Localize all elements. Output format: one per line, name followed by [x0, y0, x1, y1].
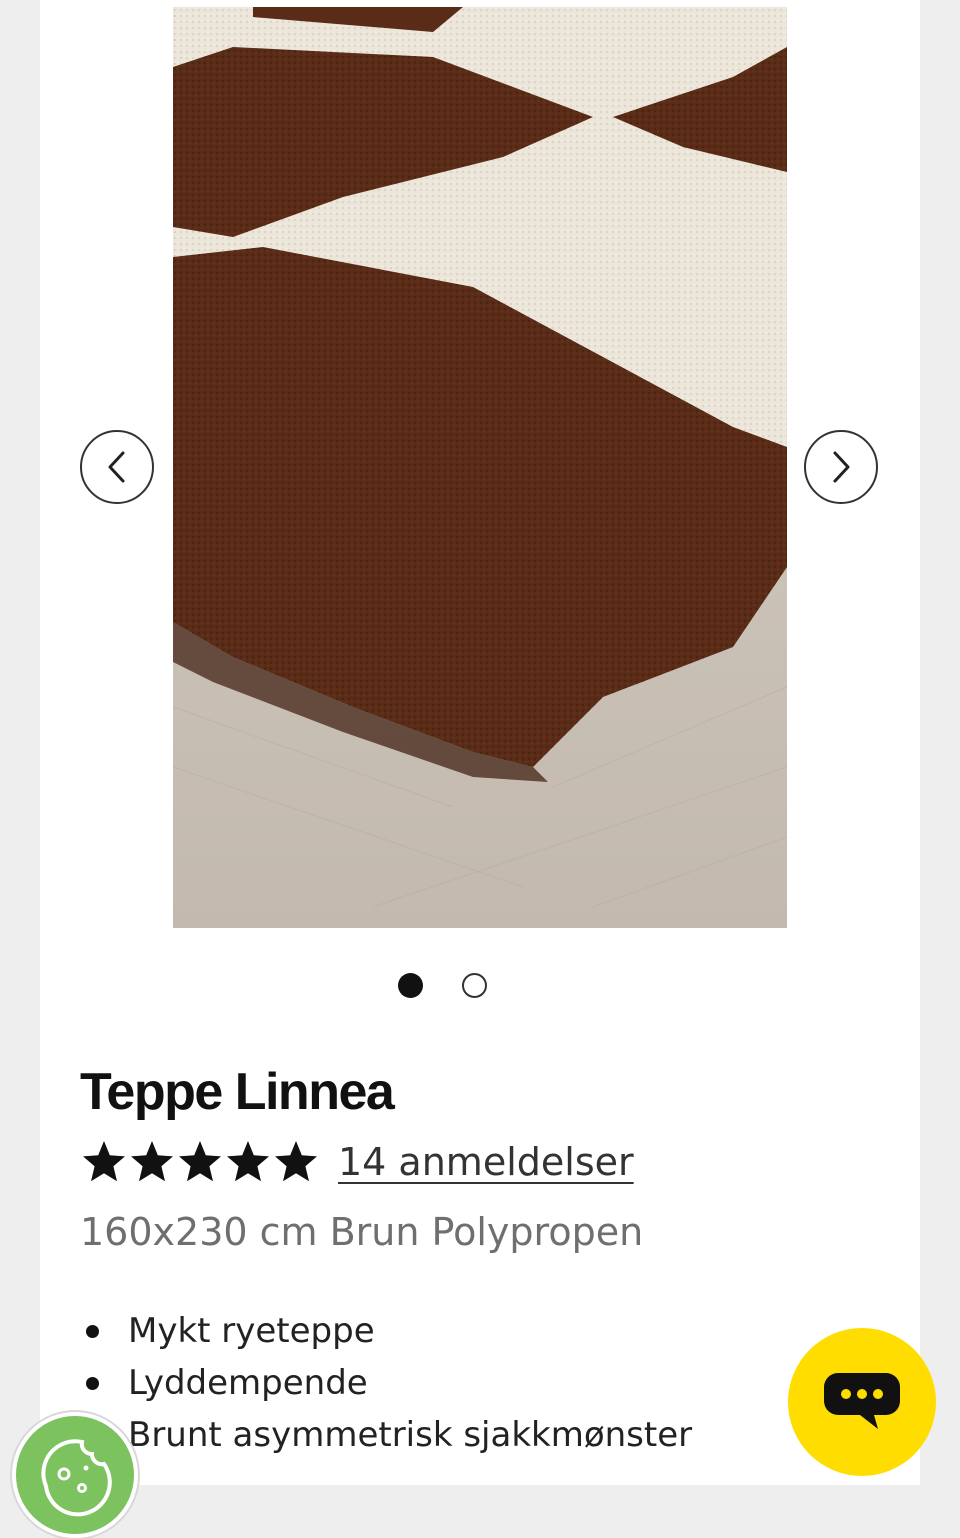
chevron-left-icon [108, 451, 125, 483]
chat-bubble-icon [824, 1373, 900, 1429]
feature-list: Mykt ryeteppe Lyddempende Brunt asymmetr… [80, 1305, 692, 1461]
chat-button[interactable] [788, 1328, 936, 1476]
product-subtitle: 160x230 cm Brun Polypropen [80, 1210, 644, 1254]
rating-row: 14 anmeldelser [80, 1138, 634, 1186]
cookie-icon [41, 1439, 112, 1517]
cookie-consent-button[interactable] [12, 1412, 138, 1538]
feature-item: Lyddempende [80, 1357, 692, 1409]
star-icon [275, 1141, 317, 1182]
star-icon [83, 1141, 125, 1182]
feature-item: Brunt asymmetrisk sjakkmønster [80, 1409, 692, 1461]
carousel-dot-1[interactable] [398, 973, 423, 998]
carousel-next-button[interactable] [804, 430, 878, 504]
star-icon [227, 1141, 269, 1182]
carousel-pagination [398, 973, 487, 998]
feature-item: Mykt ryeteppe [80, 1305, 692, 1357]
star-rating [80, 1138, 320, 1186]
reviews-link[interactable]: 14 anmeldelser [338, 1140, 634, 1184]
star-icon [131, 1141, 173, 1182]
chevron-right-icon [833, 451, 850, 483]
star-icon [179, 1141, 221, 1182]
product-image[interactable] [173, 7, 787, 928]
product-title: Teppe Linnea [80, 1063, 395, 1121]
carousel-prev-button[interactable] [80, 430, 154, 504]
carousel-dot-2[interactable] [462, 973, 487, 998]
